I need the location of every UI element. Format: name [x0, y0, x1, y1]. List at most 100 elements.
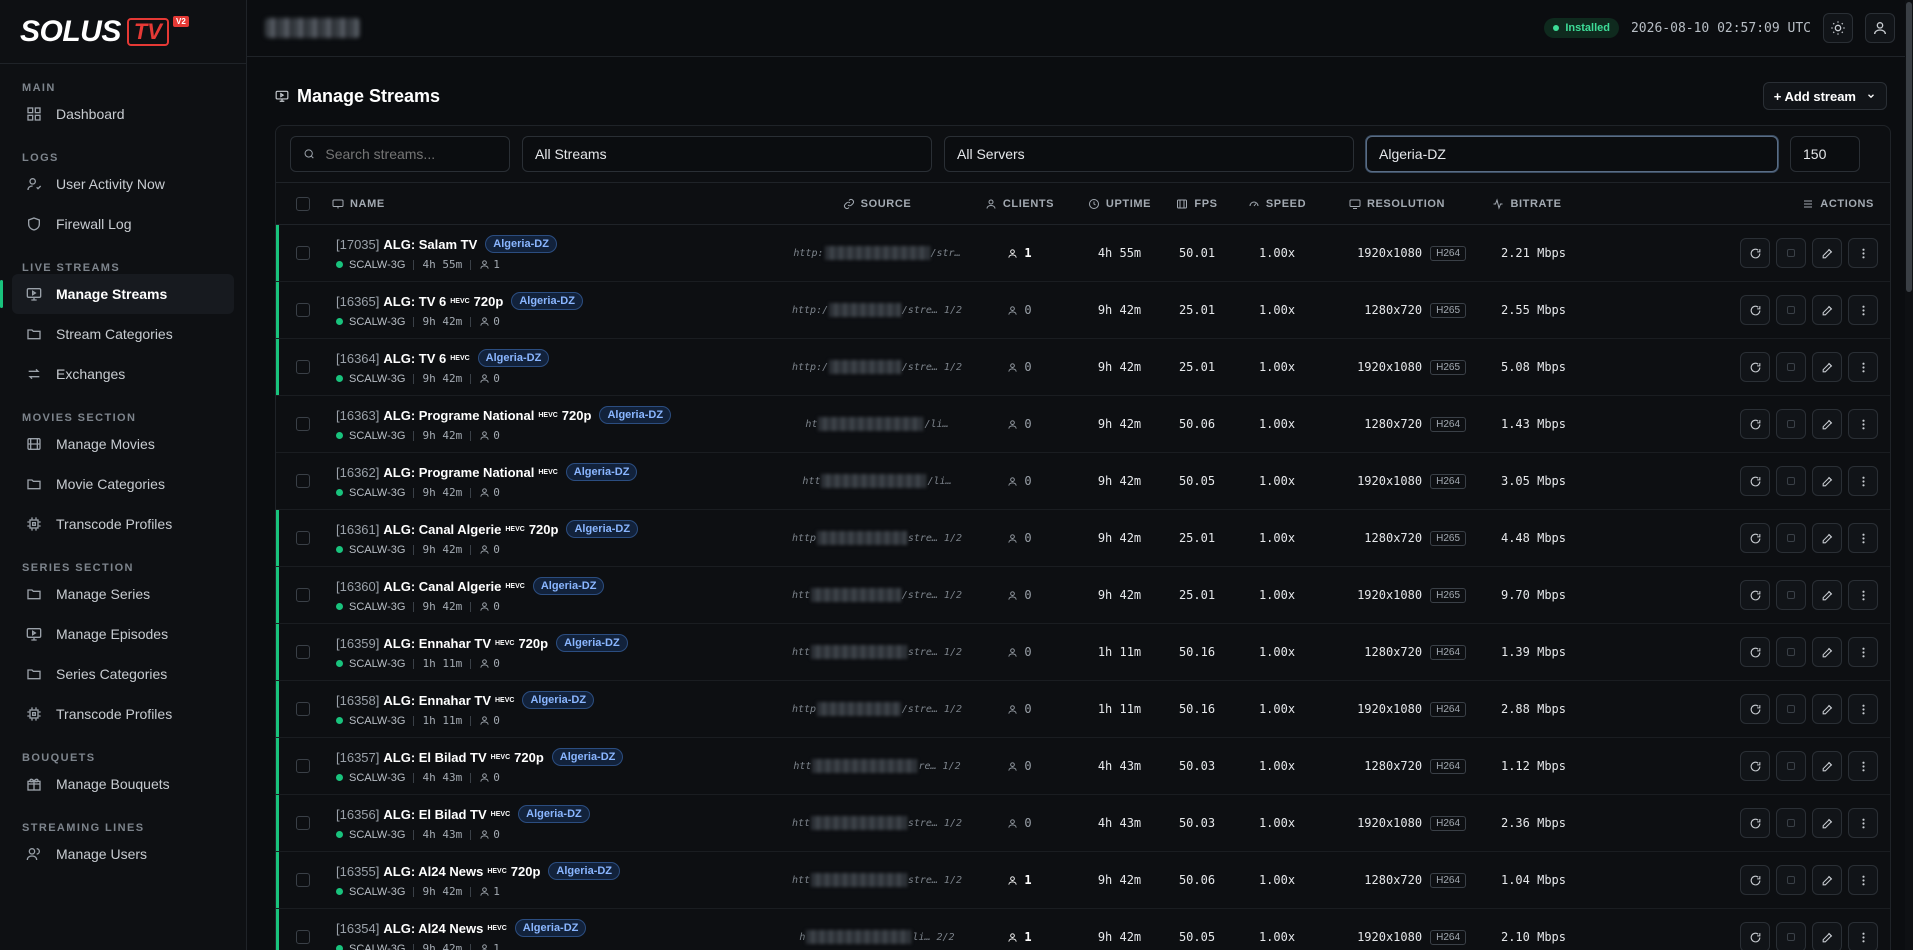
restart-button[interactable] [1740, 865, 1770, 895]
edit-button[interactable] [1812, 352, 1842, 382]
server-filter-select[interactable]: All Servers [944, 136, 1354, 172]
search-input[interactable] [325, 146, 497, 162]
sidebar-item-movie-categories[interactable]: Movie Categories [12, 464, 234, 504]
sidebar-item-manage-bouquets[interactable]: Manage Bouquets [12, 764, 234, 804]
stream-name[interactable]: ALG: Al24 News [383, 864, 483, 879]
search-field[interactable] [290, 136, 510, 172]
table-row[interactable]: [16365] ALG: TV 6 HEVC 720p Algeria-DZ S… [276, 282, 1890, 339]
theme-toggle-button[interactable] [1823, 13, 1853, 43]
page-scrollbar[interactable] [1905, 0, 1913, 950]
table-row[interactable]: [16362] ALG: Programe National HEVC Alge… [276, 453, 1890, 510]
restart-button[interactable] [1740, 295, 1770, 325]
more-button[interactable] [1848, 352, 1878, 382]
more-button[interactable] [1848, 580, 1878, 610]
stream-name[interactable]: ALG: TV 6 [383, 351, 446, 366]
table-row[interactable]: [16355] ALG: Al24 News HEVC 720p Algeria… [276, 852, 1890, 909]
more-button[interactable] [1848, 295, 1878, 325]
sidebar-item-dashboard[interactable]: Dashboard [12, 94, 234, 134]
table-row[interactable]: [16356] ALG: El Bilad TV HEVC Algeria-DZ… [276, 795, 1890, 852]
edit-button[interactable] [1812, 865, 1842, 895]
stream-name[interactable]: ALG: Ennahar TV [383, 636, 491, 651]
edit-button[interactable] [1812, 466, 1842, 496]
more-button[interactable] [1848, 865, 1878, 895]
restart-button[interactable] [1740, 808, 1770, 838]
sidebar-item-exchanges[interactable]: Exchanges [12, 354, 234, 394]
stream-name[interactable]: ALG: Al24 News [383, 921, 483, 936]
more-button[interactable] [1848, 751, 1878, 781]
edit-button[interactable] [1812, 637, 1842, 667]
more-button[interactable] [1848, 409, 1878, 439]
restart-button[interactable] [1740, 694, 1770, 724]
stop-button[interactable] [1776, 808, 1806, 838]
row-checkbox[interactable] [296, 816, 310, 830]
sidebar-item-firewall-log[interactable]: Firewall Log [12, 204, 234, 244]
sidebar-item-stream-categories[interactable]: Stream Categories [12, 314, 234, 354]
restart-button[interactable] [1740, 238, 1770, 268]
stream-name[interactable]: ALG: TV 6 [383, 294, 446, 309]
row-checkbox[interactable] [296, 873, 310, 887]
restart-button[interactable] [1740, 922, 1770, 950]
col-name[interactable]: NAME [332, 198, 792, 210]
restart-button[interactable] [1740, 523, 1770, 553]
stream-name[interactable]: ALG: Ennahar TV [383, 693, 491, 708]
stop-button[interactable] [1776, 751, 1806, 781]
edit-button[interactable] [1812, 694, 1842, 724]
stream-filter-select[interactable]: All Streams [522, 136, 932, 172]
col-source[interactable]: SOURCE [792, 198, 962, 210]
stop-button[interactable] [1776, 238, 1806, 268]
stream-name[interactable]: ALG: El Bilad TV [383, 807, 486, 822]
table-row[interactable]: [16364] ALG: TV 6 HEVC Algeria-DZ SCALW-… [276, 339, 1890, 396]
more-button[interactable] [1848, 238, 1878, 268]
stop-button[interactable] [1776, 523, 1806, 553]
more-button[interactable] [1848, 466, 1878, 496]
row-checkbox[interactable] [296, 759, 310, 773]
more-button[interactable] [1848, 808, 1878, 838]
restart-button[interactable] [1740, 751, 1770, 781]
sidebar-item-manage-series[interactable]: Manage Series [12, 574, 234, 614]
more-button[interactable] [1848, 922, 1878, 950]
stop-button[interactable] [1776, 580, 1806, 610]
row-checkbox[interactable] [296, 702, 310, 716]
sidebar-item-manage-movies[interactable]: Manage Movies [12, 424, 234, 464]
row-checkbox[interactable] [296, 360, 310, 374]
logo[interactable]: SOLUS TV V2 [0, 0, 246, 64]
edit-button[interactable] [1812, 238, 1842, 268]
stream-name[interactable]: ALG: Canal Algerie [383, 579, 501, 594]
row-checkbox[interactable] [296, 645, 310, 659]
col-clients[interactable]: CLIENTS [962, 198, 1077, 210]
page-size-select[interactable]: 150 [1790, 136, 1860, 172]
more-button[interactable] [1848, 694, 1878, 724]
more-button[interactable] [1848, 523, 1878, 553]
row-checkbox[interactable] [296, 930, 310, 944]
stream-name[interactable]: ALG: Programe National [383, 465, 534, 480]
stop-button[interactable] [1776, 466, 1806, 496]
stop-button[interactable] [1776, 295, 1806, 325]
restart-button[interactable] [1740, 466, 1770, 496]
row-checkbox[interactable] [296, 246, 310, 260]
edit-button[interactable] [1812, 580, 1842, 610]
row-checkbox[interactable] [296, 588, 310, 602]
col-resolution[interactable]: RESOLUTION [1322, 198, 1472, 210]
row-checkbox[interactable] [296, 417, 310, 431]
edit-button[interactable] [1812, 751, 1842, 781]
account-button[interactable] [1865, 13, 1895, 43]
col-uptime[interactable]: UPTIME [1077, 198, 1162, 210]
table-row[interactable]: [16357] ALG: El Bilad TV HEVC 720p Alger… [276, 738, 1890, 795]
sidebar-item-manage-episodes[interactable]: Manage Episodes [12, 614, 234, 654]
edit-button[interactable] [1812, 808, 1842, 838]
col-fps[interactable]: FPS [1162, 198, 1232, 210]
add-stream-button[interactable]: + Add stream [1762, 82, 1887, 110]
table-row[interactable]: [17035] ALG: Salam TV Algeria-DZ SCALW-3… [276, 225, 1890, 282]
category-filter-select[interactable]: Algeria-DZ [1366, 136, 1778, 172]
sidebar-item-transcode-profiles[interactable]: Transcode Profiles [12, 504, 234, 544]
more-button[interactable] [1848, 637, 1878, 667]
col-speed[interactable]: SPEED [1232, 198, 1322, 210]
stop-button[interactable] [1776, 694, 1806, 724]
stop-button[interactable] [1776, 922, 1806, 950]
restart-button[interactable] [1740, 352, 1770, 382]
table-row[interactable]: [16361] ALG: Canal Algerie HEVC 720p Alg… [276, 510, 1890, 567]
restart-button[interactable] [1740, 409, 1770, 439]
row-checkbox[interactable] [296, 474, 310, 488]
edit-button[interactable] [1812, 523, 1842, 553]
select-all-checkbox[interactable] [296, 196, 310, 211]
